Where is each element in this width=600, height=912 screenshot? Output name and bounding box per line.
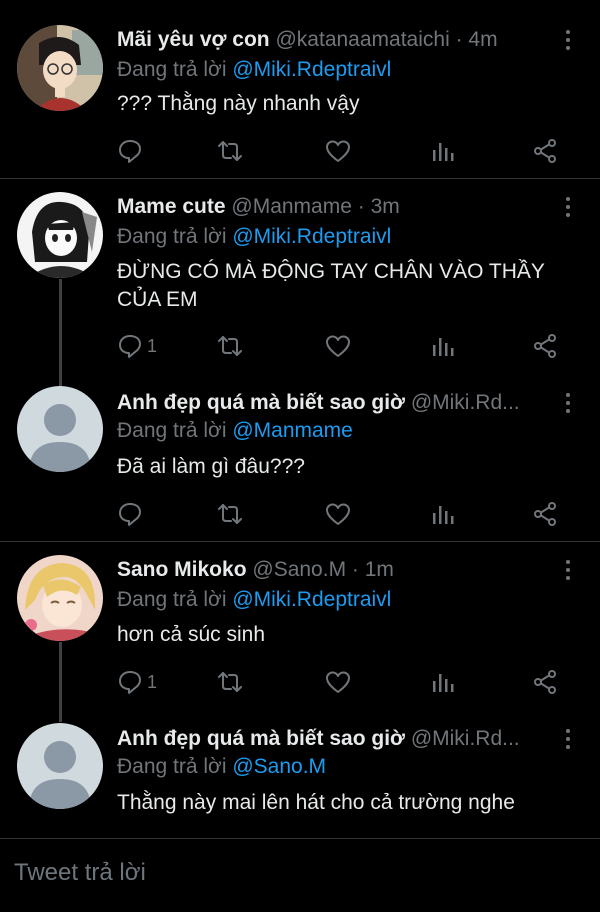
replying-to: Đang trả lời @Miki.Rdeptraivl [117, 222, 391, 252]
action-bar [117, 499, 567, 529]
mention-link[interactable]: @Manmame [232, 419, 353, 442]
mention-link[interactable]: @Miki.Rdeptraivl [232, 225, 391, 248]
mention-link[interactable]: @Miki.Rdeptraivl [232, 58, 391, 81]
like-icon[interactable] [325, 331, 351, 361]
retweet-icon[interactable] [217, 499, 243, 529]
tweet-text: Đã ai làm gì đâu??? [117, 455, 305, 478]
mention-link[interactable]: @Sano.M [232, 755, 326, 778]
reply-input[interactable]: Tweet trả lời [14, 859, 146, 887]
like-icon[interactable] [325, 499, 351, 529]
handle-and-time: @Sano.M · 1m [252, 558, 394, 581]
display-name[interactable]: Mãi yêu vợ con [117, 28, 270, 51]
avatar[interactable] [17, 192, 103, 278]
share-icon[interactable] [532, 136, 558, 166]
reply-icon[interactable]: 1 [117, 667, 157, 697]
avatar[interactable] [17, 386, 103, 472]
share-icon[interactable] [532, 667, 558, 697]
display-name[interactable]: Mame cute [117, 195, 226, 218]
analytics-icon[interactable] [430, 136, 456, 166]
reply-count: 1 [147, 335, 158, 356]
replying-prefix: Đang trả lời [117, 58, 227, 81]
replying-prefix: Đang trả lời [117, 419, 227, 442]
action-bar: 1 [117, 331, 567, 361]
replying-to: Đang trả lời @Miki.Rdeptraivl [117, 55, 391, 85]
more-icon[interactable] [558, 192, 578, 222]
more-icon[interactable] [558, 388, 578, 418]
tweet-text: ??? Thằng này nhanh vậy [117, 92, 360, 115]
display-name[interactable]: Anh đẹp quá mà biết sao giờ [117, 727, 405, 750]
replying-to: Đang trả lời @Miki.Rdeptraivl [117, 585, 391, 615]
handle-and-time: @Manmame · 3m [231, 195, 400, 218]
tweet-header: Sano Mikoko @Sano.M · 1m [117, 555, 548, 585]
tweet-header: Mãi yêu vợ con @katanaamataichi · 4m [117, 25, 548, 55]
tweet-5[interactable]: Anh đẹp quá mà biết sao giờ @Miki.Rd... … [0, 707, 600, 837]
analytics-icon[interactable] [430, 499, 456, 529]
analytics-icon[interactable] [430, 331, 456, 361]
tweet-header: Anh đẹp quá mà biết sao giờ @Miki.Rd... [117, 388, 548, 418]
tweet-2[interactable]: Mame cute @Manmame · 3m Đang trả lời @Mi… [0, 179, 600, 389]
display-name[interactable]: Anh đẹp quá mà biết sao giờ [117, 391, 405, 414]
handle-and-time: @Miki.Rd... [410, 391, 520, 414]
tweet-4[interactable]: Sano Mikoko @Sano.M · 1m Đang trả lời @M… [0, 542, 600, 722]
tweet-1[interactable]: Mãi yêu vợ con @katanaamataichi · 4m Đan… [0, 0, 600, 178]
action-bar [117, 136, 567, 166]
share-icon[interactable] [532, 499, 558, 529]
replying-to: Đang trả lời @Sano.M [117, 752, 326, 782]
tweet-header: Mame cute @Manmame · 3m [117, 192, 548, 222]
tweet-text: ĐỪNG CÓ MÀ ĐỘNG TAY CHÂN VÀO THẦY CỦA EM [117, 260, 545, 311]
share-icon[interactable] [532, 331, 558, 361]
tweet-text: Thằng này mai lên hát cho cả trường nghe [117, 791, 515, 814]
more-icon[interactable] [558, 25, 578, 55]
replying-prefix: Đang trả lời [117, 755, 227, 778]
avatar[interactable] [17, 723, 103, 809]
more-icon[interactable] [558, 555, 578, 585]
action-bar: 1 [117, 667, 567, 697]
handle-and-time: @Miki.Rd... [410, 727, 520, 750]
mention-link[interactable]: @Miki.Rdeptraivl [232, 588, 391, 611]
reply-icon[interactable] [117, 499, 147, 529]
tweet-text: hơn cả súc sinh [117, 623, 266, 646]
handle-and-time: @katanaamataichi · 4m [275, 28, 498, 51]
like-icon[interactable] [325, 136, 351, 166]
retweet-icon[interactable] [217, 667, 243, 697]
like-icon[interactable] [325, 667, 351, 697]
retweet-icon[interactable] [217, 136, 243, 166]
display-name[interactable]: Sano Mikoko [117, 558, 247, 581]
tweet-header: Anh đẹp quá mà biết sao giờ @Miki.Rd... [117, 724, 548, 754]
avatar[interactable] [17, 555, 103, 641]
tweet-3[interactable]: Anh đẹp quá mà biết sao giờ @Miki.Rd... … [0, 370, 600, 540]
replying-prefix: Đang trả lời [117, 588, 227, 611]
avatar[interactable] [17, 25, 103, 111]
analytics-icon[interactable] [430, 667, 456, 697]
replying-prefix: Đang trả lời [117, 225, 227, 248]
reply-count: 1 [147, 671, 158, 692]
retweet-icon[interactable] [217, 331, 243, 361]
reply-icon[interactable]: 1 [117, 331, 157, 361]
replying-to: Đang trả lời @Manmame [117, 416, 353, 446]
reply-composer[interactable]: Tweet trả lời [0, 838, 600, 912]
reply-icon[interactable] [117, 136, 147, 166]
more-icon[interactable] [558, 724, 578, 754]
